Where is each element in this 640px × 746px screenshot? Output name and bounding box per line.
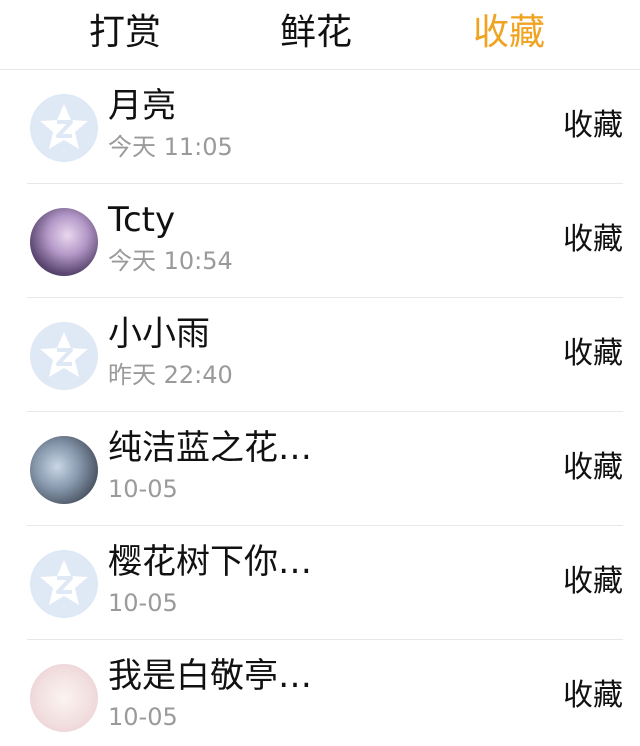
user-name: 月亮 <box>108 86 176 126</box>
default-qq-avatar-icon <box>30 550 98 618</box>
user-name: 纯洁蓝之花… <box>108 428 312 468</box>
user-avatar <box>30 436 98 504</box>
user-name: 小小雨 <box>108 314 210 354</box>
user-name: Tcty <box>108 200 176 240</box>
tab-favorites[interactable]: 收藏 <box>439 0 579 70</box>
list-item[interactable]: Tcty 今天 10:54 收藏 <box>27 184 623 298</box>
list-item[interactable]: 月亮 今天 11:05 收藏 <box>27 70 623 184</box>
timestamp: 今天 11:05 <box>108 133 233 161</box>
tab-bar: 打赏 鲜花 收藏 <box>0 0 640 70</box>
default-qq-avatar-icon <box>30 322 98 390</box>
user-name: 我是白敬亭… <box>108 656 312 696</box>
favorites-list: 月亮 今天 11:05 收藏 Tcty 今天 10:54 收藏 小小雨 昨天 2… <box>0 70 640 746</box>
timestamp: 今天 10:54 <box>108 247 233 275</box>
timestamp: 10-05 <box>108 703 178 731</box>
favorite-button[interactable]: 收藏 <box>563 676 623 716</box>
user-name: 樱花树下你… <box>108 542 312 582</box>
timestamp: 昨天 22:40 <box>108 361 233 389</box>
favorite-button[interactable]: 收藏 <box>563 562 623 602</box>
list-item[interactable]: 小小雨 昨天 22:40 收藏 <box>27 298 623 412</box>
favorite-button[interactable]: 收藏 <box>563 106 623 146</box>
tab-reward[interactable]: 打赏 <box>55 0 195 70</box>
user-avatar <box>30 664 98 732</box>
tab-flowers[interactable]: 鲜花 <box>246 0 386 70</box>
list-item[interactable]: 纯洁蓝之花… 10-05 收藏 <box>27 412 623 526</box>
favorite-button[interactable]: 收藏 <box>563 448 623 488</box>
timestamp: 10-05 <box>108 589 178 617</box>
user-avatar <box>30 208 98 276</box>
favorite-button[interactable]: 收藏 <box>563 220 623 260</box>
timestamp: 10-05 <box>108 475 178 503</box>
list-item[interactable]: 我是白敬亭… 10-05 收藏 <box>27 640 623 746</box>
default-qq-avatar-icon <box>30 94 98 162</box>
list-item[interactable]: 樱花树下你… 10-05 收藏 <box>27 526 623 640</box>
favorite-button[interactable]: 收藏 <box>563 334 623 374</box>
